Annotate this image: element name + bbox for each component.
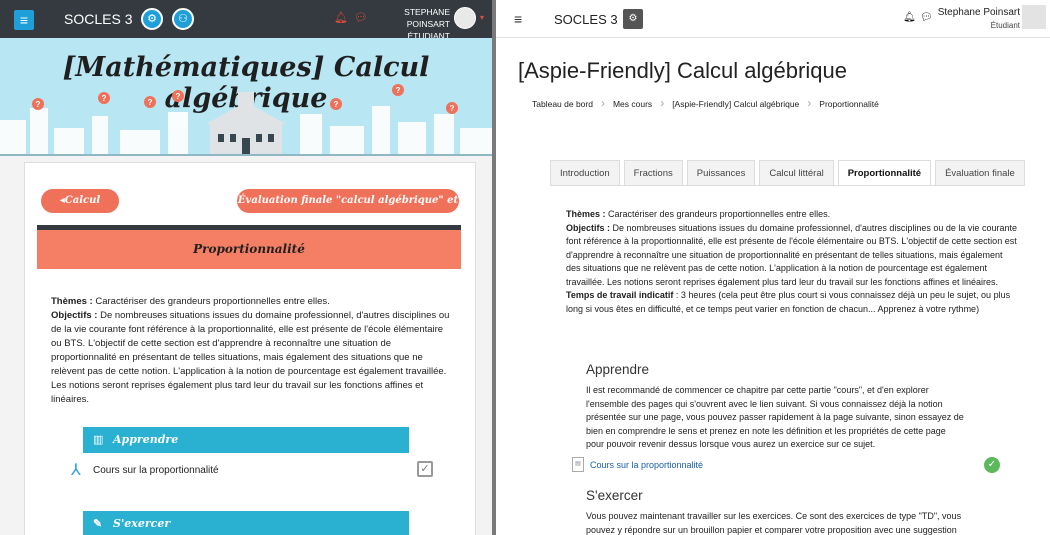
- breadcrumb: Tableau de bord › Mes cours › [Aspie-Friendl…: [532, 96, 879, 110]
- user-menu[interactable]: STEPHANE POINSART ÉTUDIANT: [370, 6, 450, 42]
- chevron-right-icon: ›: [807, 96, 812, 110]
- sexercer-title: S'exercer: [586, 488, 643, 503]
- sexercer-label: S'exercer: [113, 517, 171, 530]
- completion-check-icon[interactable]: ✓: [984, 457, 1000, 473]
- section-tabs: Introduction Fractions Puissances Calcul…: [550, 160, 1029, 186]
- tab-fractions[interactable]: Fractions: [623, 160, 683, 186]
- gear-icon[interactable]: ⚙: [141, 8, 163, 30]
- section-summary: Thèmes : Caractériser des grandeurs prop…: [51, 295, 451, 407]
- bell-icon[interactable]: 🔔︎: [334, 11, 348, 24]
- resource-link[interactable]: Cours sur la proportionnalité: [590, 460, 703, 470]
- tab-puissances[interactable]: Puissances: [686, 160, 756, 186]
- user-role: Étudiant: [990, 21, 1020, 30]
- temps-label: Temps de travail indicatif: [566, 290, 674, 300]
- top-navbar: ≡ SOCLES 3 ⚙ ⚇ 🔔︎ 💬︎ STEPHANE POINSART É…: [0, 0, 492, 41]
- file-icon: ▤: [572, 457, 584, 472]
- avatar[interactable]: [454, 7, 476, 29]
- svg-text:?: ?: [450, 104, 455, 113]
- user-menu[interactable]: Stephane Poinsart Étudiant: [916, 6, 1020, 32]
- user-name: Stephane Poinsart: [937, 7, 1020, 18]
- book-icon: ▥: [93, 433, 104, 446]
- tab-evaluation-finale[interactable]: Évaluation finale: [935, 160, 1025, 186]
- right-panel: ≡ SOCLES 3 ⚙ 🔔︎ 💬︎ Stephane Poinsart Étu…: [496, 0, 1050, 535]
- resource-link[interactable]: Cours sur la proportionnalité: [93, 465, 219, 476]
- menu-icon[interactable]: ≡: [514, 11, 522, 27]
- chevron-right-icon: ›: [600, 96, 605, 110]
- apprendre-label: Apprendre: [113, 433, 179, 446]
- top-navbar: ≡ SOCLES 3 ⚙ 🔔︎ 💬︎ Stephane Poinsart Étu…: [496, 0, 1050, 38]
- svg-text:?: ?: [334, 100, 339, 109]
- course-banner: [Mathématiques] Calcul algébrique: [0, 38, 492, 156]
- apprendre-text: Il est recommandé de commencer ce chapit…: [586, 385, 964, 449]
- themes-label: Thèmes :: [566, 209, 606, 219]
- section-card: ◂Calcul littéral Évaluation finale "calc…: [24, 162, 476, 535]
- objectifs-text: De nombreuses situations issues du domai…: [566, 222, 1017, 287]
- sitemap-icon[interactable]: ⚇: [172, 8, 194, 30]
- tab-introduction[interactable]: Introduction: [550, 160, 620, 186]
- themes-label: Thèmes :: [51, 296, 93, 307]
- course-title: [Aspie-Friendly] Calcul algébrique: [518, 58, 847, 83]
- menu-icon[interactable]: ≡: [14, 10, 34, 30]
- gear-icon[interactable]: ⚙: [623, 9, 643, 29]
- svg-text:?: ?: [176, 92, 181, 101]
- resource-row[interactable]: ⅄ Cours sur la proportionnalité ✓: [71, 461, 441, 483]
- sexercer-header: ✎ S'exercer: [83, 511, 409, 535]
- pdf-icon: ⅄: [71, 462, 81, 479]
- site-brand[interactable]: SOCLES 3: [64, 11, 132, 27]
- objectifs-label: Objectifs :: [566, 222, 611, 233]
- avatar[interactable]: [1022, 5, 1046, 29]
- themes-text: Caractériser des grandeurs proportionnel…: [92, 296, 330, 307]
- section-title: Proportionnalité: [193, 242, 305, 256]
- svg-text:?: ?: [148, 98, 153, 107]
- objectifs-text: De nombreuses situations issues du domai…: [51, 310, 450, 405]
- site-brand[interactable]: SOCLES 3: [554, 12, 618, 27]
- tab-underline: [550, 185, 1010, 186]
- resource-row[interactable]: ▤ Cours sur la proportionnalité ✓: [572, 457, 1012, 475]
- section-header: Proportionnalité: [37, 225, 461, 269]
- sexercer-text: Vous pouvez maintenant travailler sur le…: [586, 511, 962, 535]
- city-illustration: ??? ??? ?: [0, 84, 492, 156]
- themes-text: Caractériser des grandeurs proportionnel…: [605, 209, 831, 219]
- apprendre-header: ▥ Apprendre: [83, 427, 409, 453]
- breadcrumb-item[interactable]: [Aspie-Friendly] Calcul algébrique: [672, 99, 799, 109]
- breadcrumb-item[interactable]: Mes cours: [613, 99, 652, 109]
- next-section-link[interactable]: Évaluation finale "calcul algébrique" et…: [237, 189, 459, 230]
- svg-text:?: ?: [102, 94, 107, 103]
- svg-text:?: ?: [36, 100, 41, 109]
- left-panel: ≡ SOCLES 3 ⚙ ⚇ 🔔︎ 💬︎ STEPHANE POINSART É…: [0, 0, 492, 535]
- tab-calcul-litteral[interactable]: Calcul littéral: [759, 160, 834, 186]
- objectifs-label: Objectifs :: [51, 310, 98, 321]
- caret-down-icon[interactable]: ▾: [480, 13, 484, 22]
- chevron-right-icon: ›: [660, 96, 665, 110]
- chat-icon[interactable]: 💬︎: [354, 11, 368, 24]
- prev-section-link[interactable]: ◂Calcul littéral: [41, 189, 119, 230]
- edit-icon: ✎: [93, 517, 103, 530]
- svg-text:?: ?: [396, 86, 401, 95]
- apprendre-title: Apprendre: [586, 362, 650, 377]
- bell-icon[interactable]: 🔔︎: [903, 12, 916, 23]
- breadcrumb-item[interactable]: Tableau de bord: [532, 99, 593, 109]
- breadcrumb-item[interactable]: Proportionnalité: [819, 99, 879, 109]
- tab-proportionnalite[interactable]: Proportionnalité: [837, 160, 932, 186]
- screenshot: ≡ SOCLES 3 ⚙ ⚇ 🔔︎ 💬︎ STEPHANE POINSART É…: [0, 0, 1050, 535]
- completion-checkbox[interactable]: ✓: [417, 461, 433, 477]
- section-summary: Thèmes : Caractériser des grandeurs prop…: [566, 208, 1018, 316]
- user-name: STEPHANE POINSART: [404, 7, 450, 29]
